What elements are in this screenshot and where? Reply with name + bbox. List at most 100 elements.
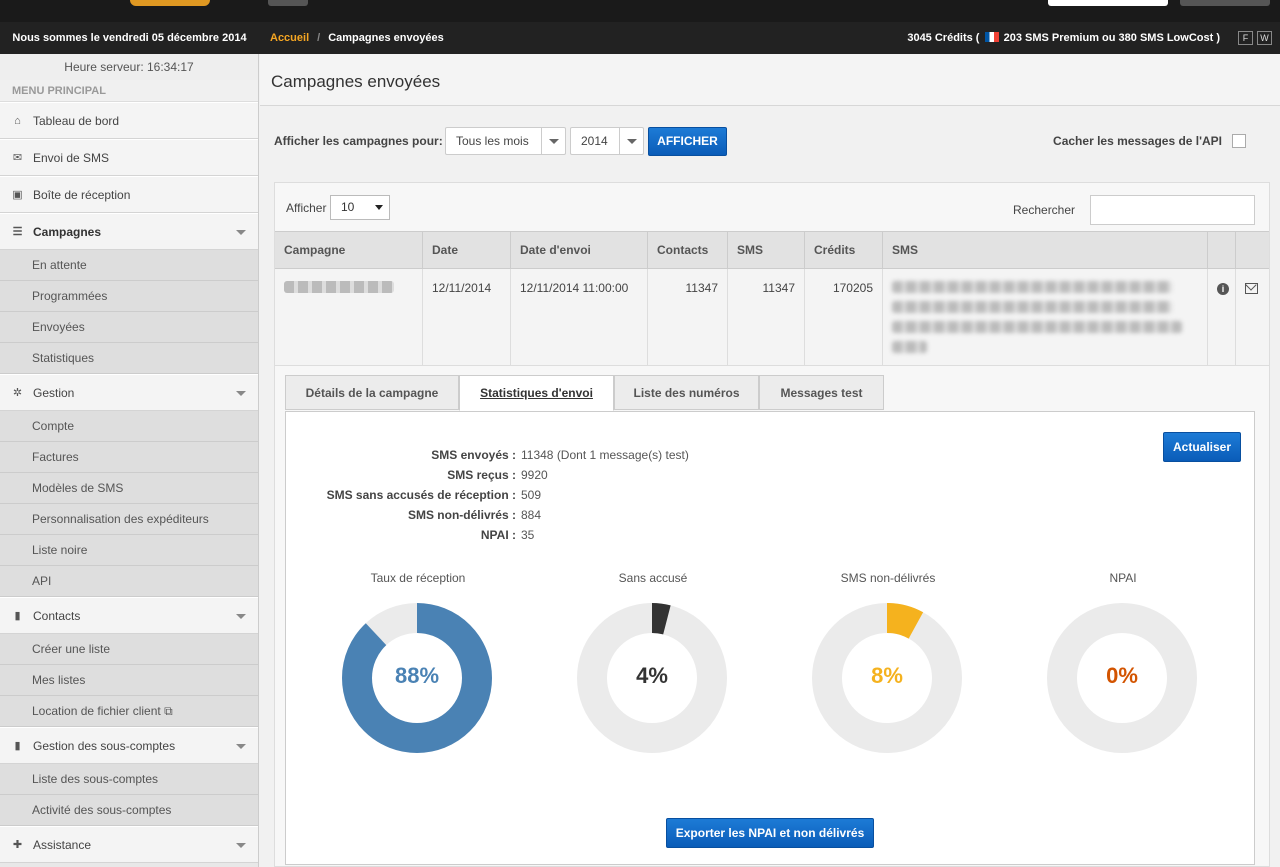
tab-numbers-list[interactable]: Liste des numéros: [614, 375, 759, 410]
stat-sent: SMS envoyés : 11348 (Dont 1 message(s) te…: [286, 448, 689, 462]
sidebar-item-label: Tableau de bord: [33, 114, 120, 128]
donut-title-no-receipt: Sans accusé: [618, 571, 688, 585]
table-row[interactable]: 12/11/2014 12/11/2014 11:00:00 11347 113…: [275, 269, 1269, 366]
sidebar-subitem-scheduled[interactable]: Programmées: [0, 281, 258, 312]
sidebar-subitem-api[interactable]: API: [0, 566, 258, 597]
cell-credits: 170205: [805, 269, 883, 365]
chevron-down-icon: [236, 614, 246, 619]
cell-contacts: 11347: [648, 269, 728, 365]
donut-title-undelivered: SMS non-délivrés: [840, 571, 936, 585]
blurred-message-line: [892, 301, 1172, 313]
show-button[interactable]: AFFICHER: [648, 127, 727, 156]
statistics-panel: Actualiser SMS envoyés : 11348 (Dont 1 me…: [285, 412, 1255, 865]
cell-message: [883, 269, 1208, 365]
tab-campaign-details[interactable]: Détails de la campagne: [285, 375, 459, 410]
sidebar-item-contacts[interactable]: ▮ Contacts: [0, 597, 258, 634]
chevron-down-icon: [236, 843, 246, 848]
envelope-icon[interactable]: [1245, 283, 1258, 294]
sidebar-subitem-senders[interactable]: Personnalisation des expéditeurs: [0, 504, 258, 535]
chevron-down-icon: [541, 128, 565, 154]
cell-date: 12/11/2014: [423, 269, 511, 365]
page-size-select[interactable]: 10: [330, 195, 390, 220]
lang-w-button[interactable]: W: [1257, 31, 1272, 45]
blurred-message-line: [892, 321, 1182, 333]
year-select[interactable]: 2014: [570, 127, 644, 155]
donut-title-npai: NPAI: [1109, 571, 1137, 585]
column-header-contacts[interactable]: Contacts: [648, 232, 728, 268]
sidebar-subitem-stats[interactable]: Statistiques: [0, 343, 258, 374]
sidebar-item-dashboard[interactable]: ⌂ Tableau de bord: [0, 102, 258, 139]
export-button[interactable]: Exporter les NPAI et non délivrés: [666, 818, 874, 848]
credits-count: 3045 Crédits (: [907, 32, 980, 44]
stat-no-receipt: SMS sans accusés de réception : 509: [286, 488, 541, 502]
top-account-button[interactable]: [1180, 0, 1270, 6]
book-icon: ▮: [14, 610, 21, 622]
column-header-campaign[interactable]: Campagne: [275, 232, 423, 268]
sidebar-item-label: Campagnes: [33, 225, 102, 239]
refresh-button[interactable]: Actualiser: [1163, 432, 1241, 462]
breadcrumb: Accueil / Campagnes envoyées: [270, 22, 444, 54]
column-header-credits[interactable]: Crédits: [805, 232, 883, 268]
sidebar-item-inbox[interactable]: ▣ Boîte de réception: [0, 176, 258, 213]
sidebar-subitem-sent[interactable]: Envoyées: [0, 312, 258, 343]
chevron-down-icon: [236, 391, 246, 396]
sidebar-subitem-my-lists[interactable]: Mes listes: [0, 665, 258, 696]
tab-send-statistics[interactable]: Statistiques d'envoi: [459, 375, 614, 411]
stat-value: 35: [521, 528, 535, 542]
page-title: Campagnes envoyées: [271, 72, 441, 91]
chevron-down-icon: [619, 128, 643, 154]
sidebar-subitem-account[interactable]: Compte: [0, 411, 258, 442]
credits-detail: 203 SMS Premium ou 380 SMS LowCost ): [1003, 32, 1220, 44]
top-button[interactable]: [268, 0, 308, 6]
table-header: Campagne Date Date d'envoi Contacts SMS …: [275, 231, 1269, 269]
tab-test-messages[interactable]: Messages test: [759, 375, 884, 410]
donut-value-undelivered: 8%: [871, 663, 903, 688]
info-icon[interactable]: i: [1217, 283, 1229, 295]
stat-label: NPAI :: [480, 528, 516, 542]
header-bar: Nous sommes le vendredi 05 décembre 2014…: [0, 22, 1280, 54]
sidebar-subitem-file-rental[interactable]: Location de fichier client ⧉: [0, 696, 258, 727]
france-flag-icon: [984, 32, 999, 42]
support-icon: ✚: [12, 839, 23, 851]
sidebar-item-management[interactable]: ✲ Gestion: [0, 374, 258, 411]
sidebar: Heure serveur: 16:34:17 MENU PRINCIPAL ⌂…: [0, 54, 259, 867]
sidebar-subitem-subaccounts-list[interactable]: Liste des sous-comptes: [0, 764, 258, 795]
cell-sms: 11347: [728, 269, 805, 365]
sidebar-subitem-create-list[interactable]: Créer une liste: [0, 634, 258, 665]
column-header-send-date[interactable]: Date d'envoi: [511, 232, 648, 268]
sidebar-item-support[interactable]: ✚ Assistance: [0, 826, 258, 863]
sidebar-item-send-sms[interactable]: ✉ Envoi de SMS: [0, 139, 258, 176]
column-header-date[interactable]: Date: [423, 232, 511, 268]
stat-received: SMS reçus : 9920: [286, 468, 547, 482]
envelope-icon: ✉: [12, 152, 23, 164]
stat-value: 9920: [521, 468, 548, 482]
column-header-sms[interactable]: SMS: [728, 232, 805, 268]
logo[interactable]: [130, 0, 210, 6]
sidebar-subitem-subaccounts-activity[interactable]: Activité des sous-comptes: [0, 795, 258, 826]
sidebar-subitem-blacklist[interactable]: Liste noire: [0, 535, 258, 566]
sidebar-item-campaigns[interactable]: ☰ Campagnes: [0, 213, 258, 250]
detail-tabs: Détails de la campagne Statistiques d'en…: [285, 375, 1255, 412]
hide-api-checkbox[interactable]: [1232, 134, 1246, 148]
sidebar-item-subaccounts[interactable]: ▮ Gestion des sous-comptes: [0, 727, 258, 764]
sidebar-item-label: Boîte de réception: [33, 188, 131, 202]
search-label: Rechercher: [1013, 203, 1076, 217]
sidebar-subitem-sms-templates[interactable]: Modèles de SMS: [0, 473, 258, 504]
sidebar-subitem-label: Location de fichier client: [32, 704, 161, 718]
top-strip: [0, 0, 1280, 22]
sidebar-subitem-pending[interactable]: En attente: [0, 250, 258, 281]
month-select[interactable]: Tous les mois: [445, 127, 566, 155]
breadcrumb-home-link[interactable]: Accueil: [270, 32, 309, 44]
search-input[interactable]: [1090, 195, 1255, 225]
column-header-message[interactable]: SMS: [883, 232, 1208, 268]
chevron-down-icon: [236, 744, 246, 749]
lang-f-button[interactable]: F: [1238, 31, 1253, 45]
home-icon: ⌂: [14, 115, 21, 127]
donut-value-reception: 88%: [394, 663, 440, 688]
month-select-value: Tous les mois: [456, 134, 529, 148]
column-header-mail: [1236, 232, 1269, 268]
top-login-box[interactable]: [1048, 0, 1168, 6]
breadcrumb-separator: /: [317, 32, 321, 44]
sidebar-subitem-invoices[interactable]: Factures: [0, 442, 258, 473]
blurred-campaign-name: [284, 281, 394, 293]
